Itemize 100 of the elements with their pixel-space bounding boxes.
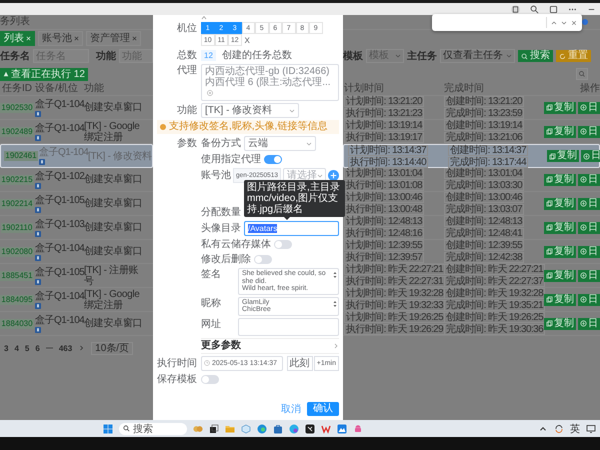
log-button[interactable]: 日: [578, 222, 600, 234]
sync-icon[interactable]: [554, 424, 564, 434]
table-row[interactable]: 1902530 盒子Q1-104创建安卓窗口: [0, 96, 153, 120]
reset-button[interactable]: 重置: [556, 50, 591, 62]
copy-button[interactable]: 复制: [544, 102, 576, 114]
wps-icon[interactable]: [321, 424, 331, 434]
more-pages-icon[interactable]: [46, 345, 53, 351]
confirm-button[interactable]: 确认: [307, 402, 339, 416]
taskbar-search-field[interactable]: 搜索: [119, 422, 187, 434]
main-task-select[interactable]: 仅查看主任务: [440, 49, 515, 63]
log-button[interactable]: 日: [578, 102, 600, 114]
close-icon[interactable]: [132, 36, 137, 40]
table-row[interactable]: 1885451 盒子Q1-105[TK] - 注册账号: [0, 264, 153, 288]
avatar-dir-field[interactable]: /Avatars: [244, 221, 339, 236]
table-row[interactable]: 1902110 盒子Q1-103创建安卓窗口: [0, 216, 153, 240]
time-tag: 计划时间: 13:14:37: [348, 144, 428, 156]
copy-button[interactable]: 复制: [544, 222, 576, 234]
close-icon[interactable]: [74, 36, 79, 40]
toggle-switch[interactable]: [274, 240, 292, 249]
log-button[interactable]: 日: [578, 174, 600, 186]
field-label: 保存模板: [157, 372, 197, 386]
log-button[interactable]: 日: [578, 246, 600, 258]
page-number[interactable]: 4: [14, 344, 19, 352]
more-params-toggle[interactable]: 更多参数: [201, 338, 339, 354]
copy-button[interactable]: 复制: [544, 318, 576, 330]
log-button[interactable]: 日: [578, 198, 600, 210]
table-row[interactable]: 计划时间: 昨天 19:32:28 执行时间: 昨天 19:32:33 创建时间: 昨天 19:32:28 完成时间: 昨天 19:35:21 复制 日: [343, 288, 600, 312]
time-tag: 执行时间: 12:39:57: [344, 252, 424, 263]
android-icon[interactable]: [353, 424, 363, 434]
time-tag: 计划时间: 12:48:13: [344, 216, 424, 227]
clear-icon[interactable]: [207, 90, 213, 96]
cube-icon[interactable]: [241, 424, 251, 434]
proxy-select[interactable]: 内西动态代理-gb (ID:32466) 内西代理 6 (限主:动态代理...: [201, 64, 339, 101]
browser-icon[interactable]: [289, 424, 299, 434]
log-button[interactable]: 日: [581, 150, 600, 162]
tab-icon[interactable]: [549, 4, 558, 14]
page-tab[interactable]: 资产管理: [86, 30, 141, 46]
reader-icon[interactable]: [511, 4, 520, 14]
table-row[interactable]: 计划时间: 昨天 22:27:21 执行时间: 昨天 22:27:31 创建时间: 昨天 22:27:21 完成时间: 昨天 22:27:37 复制 日: [343, 264, 600, 288]
backup-select[interactable]: 云端: [244, 136, 316, 151]
table-row[interactable]: 1884095 盒子Q1-104[TK] - Google绑定注册: [0, 288, 153, 312]
scroll-arrows-icon[interactable]: [333, 271, 337, 279]
page-number[interactable]: 463: [58, 344, 72, 352]
task-view-icon[interactable]: [209, 424, 219, 434]
table-row[interactable]: 计划时间: 12:39:55 执行时间: 12:39:57 创建时间: 12:39:55 完成时间: 12:42:38 复制 日: [343, 240, 600, 264]
scroll-arrows-icon[interactable]: [333, 300, 337, 308]
table-row[interactable]: 1902214 盒子Q1-105创建安卓窗口: [0, 192, 153, 216]
mountain-app-icon[interactable]: [337, 424, 347, 434]
table-row[interactable]: 1902080 盒子Q1-104创建安卓窗口: [0, 240, 153, 264]
clear-button[interactable]: X: [242, 36, 250, 44]
table-row[interactable]: 计划时间: 13:21:20 执行时间: 13:21:23 创建时间: 13:21:20 完成时间: 13:23:59 复制 日: [343, 96, 600, 120]
copy-icon: [546, 272, 553, 279]
page-tab[interactable]: 列表: [0, 30, 35, 46]
copy-button[interactable]: 复制: [544, 246, 576, 258]
phone-icon: [39, 159, 45, 165]
copy-button[interactable]: 复制: [544, 198, 576, 210]
caret-up-icon[interactable]: [201, 15, 207, 20]
copy-button[interactable]: 复制: [544, 294, 576, 306]
text-area-field[interactable]: [238, 318, 339, 336]
time-tag: 完成时间: 昨天 19:35:21: [444, 300, 546, 311]
toggle-switch[interactable]: [254, 255, 272, 264]
cancel-button[interactable]: 取消: [281, 402, 301, 416]
previous-icon[interactable]: [551, 20, 557, 26]
toggle-switch[interactable]: [264, 155, 282, 164]
close-icon[interactable]: [571, 20, 577, 26]
table-row[interactable]: 计划时间: 昨天 19:26:25 执行时间: 昨天 19:26:29 创建时间: 昨天 19:26:25 完成时间: 昨天 19:30:36 复制 日: [343, 312, 600, 336]
log-button[interactable]: 日: [578, 126, 600, 138]
toggle-switch[interactable]: [201, 374, 219, 384]
page-size-select[interactable]: 10条/页: [91, 342, 134, 354]
log-button[interactable]: 日: [578, 270, 600, 282]
next-page-icon[interactable]: [78, 345, 86, 351]
table-row[interactable]: 计划时间: 13:14:37 执行时间: 13:14:40 创建时间: 13:14:37 完成时间: 13:17:44 复制 日: [343, 144, 600, 168]
store-icon[interactable]: [273, 424, 283, 434]
function-select[interactable]: [TK] - 修改资料: [201, 103, 299, 118]
table-row[interactable]: 计划时间: 13:01:04 执行时间: 13:01:08 创建时间: 13:01:04 完成时间: 13:03:30 复制 日: [343, 168, 600, 192]
table-row[interactable]: 计划时间: 13:00:46 执行时间: 13:00:48 创建时间: 13:00:46 完成时间: 13:03:07 复制 日: [343, 192, 600, 216]
search-icon[interactable]: [576, 68, 588, 80]
input-method-indicator[interactable]: 英: [570, 422, 580, 436]
table-row[interactable]: 1884030 盒子Q1-104创建安卓窗口: [0, 312, 153, 336]
windows-start-icon[interactable]: [103, 424, 113, 434]
copy-button[interactable]: 复制: [547, 150, 579, 162]
table-row[interactable]: 1902215 盒子Q1-102创建安卓窗口: [0, 168, 153, 192]
log-button[interactable]: 日: [578, 318, 600, 330]
copy-button[interactable]: 复制: [544, 126, 576, 138]
table-row[interactable]: 计划时间: 12:48:13 执行时间: 12:48:16 创建时间: 12:48:13 完成时间: 12:48:41 复制 日: [343, 216, 600, 240]
zoom-icon[interactable]: [530, 4, 539, 14]
copy-button[interactable]: 复制: [544, 174, 576, 186]
browser-icon[interactable]: [257, 424, 267, 434]
page-number[interactable]: 6: [35, 344, 40, 352]
next-icon[interactable]: [561, 20, 567, 26]
page-number[interactable]: 5: [24, 344, 30, 352]
time-button[interactable]: 此刻: [286, 356, 313, 370]
search-button[interactable]: 搜索: [518, 50, 553, 62]
display-icon[interactable]: [586, 424, 596, 434]
log-button[interactable]: 日: [578, 294, 600, 306]
running-tasks-button[interactable]: 查看正在执行 12: [0, 68, 88, 80]
copy-button[interactable]: 复制: [544, 270, 576, 282]
app-icon[interactable]: [305, 424, 315, 434]
page-tab[interactable]: 账号池: [38, 30, 83, 46]
page-number[interactable]: 3: [4, 344, 8, 352]
